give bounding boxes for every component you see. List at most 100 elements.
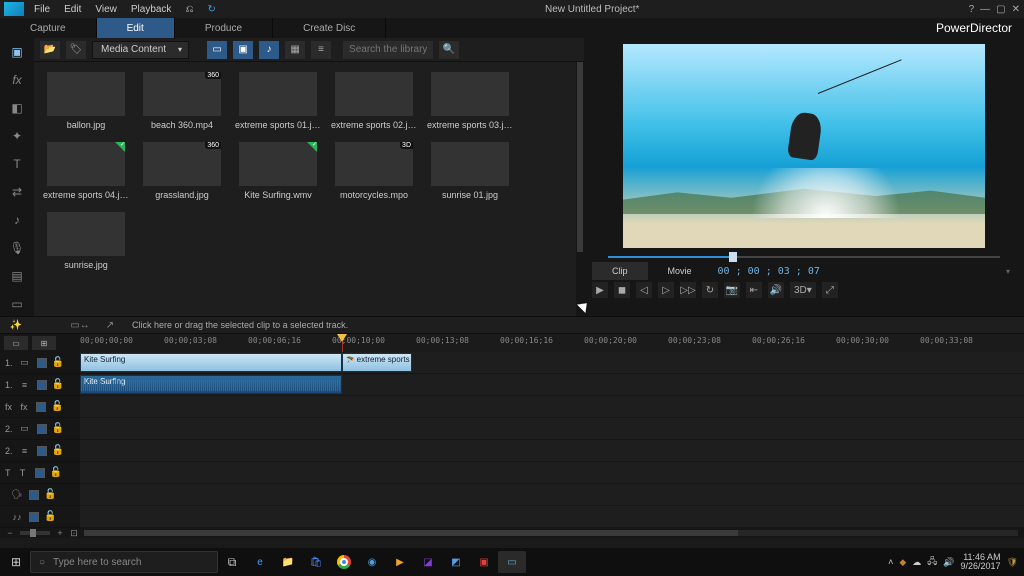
tab-create-disc[interactable]: Create Disc <box>273 18 386 38</box>
maximize-icon[interactable]: ▢ <box>996 4 1005 15</box>
timeline-ruler[interactable]: 00;00;00;0000;00;03;0800;00;06;1600;00;1… <box>80 334 1024 352</box>
tag-icon[interactable]: 🏷 <box>66 41 86 59</box>
storyboard-view-icon[interactable]: ⊞ <box>32 336 56 350</box>
transition-room-icon[interactable]: ⇄ <box>7 184 27 200</box>
media-item[interactable]: 3Dmotorcycles.mpo <box>330 142 418 200</box>
search-icon[interactable]: 🔍 <box>439 41 459 59</box>
menu-file[interactable]: File <box>34 4 50 15</box>
magic-tool-icon[interactable]: ✨ <box>8 318 24 332</box>
mode-clip[interactable]: Clip <box>592 262 648 280</box>
prev-frame-icon[interactable]: ◁ <box>636 282 652 298</box>
track-header[interactable]: 1.≡🔓 <box>0 374 80 396</box>
minimize-icon[interactable]: — <box>980 4 990 15</box>
timeline-view-icon[interactable]: ▭ <box>4 336 28 350</box>
media-filter-select[interactable]: Media Content <box>92 41 189 59</box>
undock-icon[interactable]: ⤢ <box>822 282 838 298</box>
preview-seek-slider[interactable] <box>608 254 1000 260</box>
tray-icon-2[interactable]: ☁ <box>912 557 921 568</box>
timeline-scrollbar[interactable]: − + ⊡ <box>0 528 1024 538</box>
tray-volume-icon[interactable]: 🔊 <box>943 557 954 568</box>
media-item[interactable]: extreme sports 01.jpg <box>234 72 322 130</box>
view-grid-icon[interactable]: ▦ <box>285 41 305 59</box>
tab-edit[interactable]: Edit <box>97 18 175 38</box>
chrome-icon[interactable] <box>330 551 358 573</box>
media-room-icon[interactable]: ▣ <box>7 44 27 60</box>
edge-icon[interactable]: e <box>246 551 274 573</box>
filter-audio-icon[interactable]: ♪ <box>259 41 279 59</box>
tray-expand-icon[interactable]: ˄ <box>888 557 893 567</box>
tray-network-icon[interactable]: 🖧 <box>927 554 937 570</box>
track-header[interactable]: 1.▭🔓 <box>0 352 80 374</box>
set-in-icon[interactable]: ⇤ <box>746 282 762 298</box>
media-item[interactable]: extreme sports 03.jpg <box>426 72 514 130</box>
play-icon[interactable]: ▶ <box>592 282 608 298</box>
library-scrollbar[interactable] <box>576 62 584 316</box>
tab-capture[interactable]: Capture <box>0 18 97 38</box>
zoom-out-icon[interactable]: − <box>6 529 14 537</box>
track-header[interactable]: 🗣🔓 <box>0 484 80 506</box>
task-view-icon[interactable]: ⧉ <box>218 550 246 574</box>
menu-edit[interactable]: Edit <box>64 4 81 15</box>
filter-video-icon[interactable]: ▭ <box>207 41 227 59</box>
menu-view[interactable]: View <box>95 4 117 15</box>
menu-playback[interactable]: Playback <box>131 4 172 15</box>
arrow-icon[interactable]: ↗ <box>102 318 118 332</box>
clip-audio-1[interactable]: Kite Surfing <box>80 375 342 394</box>
app-icon-1[interactable]: ◉ <box>358 551 386 573</box>
tab-produce[interactable]: Produce <box>175 18 273 38</box>
filter-image-icon[interactable]: ▣ <box>233 41 253 59</box>
clip-video-2[interactable]: 🪂 extreme sports 04 <box>342 353 412 372</box>
volume-icon[interactable]: 🔊 <box>768 282 784 298</box>
track-header[interactable]: ♪♪🔓 <box>0 506 80 528</box>
media-item[interactable]: sunrise 01.jpg <box>426 142 514 200</box>
media-item[interactable]: 360grassland.jpg <box>138 142 226 200</box>
chapter-room-icon[interactable]: ▤ <box>7 268 27 284</box>
media-item[interactable]: extreme sports 02.jpg <box>330 72 418 130</box>
tray-shield-icon[interactable]: 🛡 <box>1007 557 1018 568</box>
fast-forward-icon[interactable]: ▷▷ <box>680 282 696 298</box>
redo-icon[interactable]: ↻ <box>207 4 215 15</box>
import-icon[interactable]: 📂 <box>40 41 60 59</box>
sort-icon[interactable]: ≡ <box>311 41 331 59</box>
explorer-icon[interactable]: 📁 <box>274 551 302 573</box>
snapshot-icon[interactable]: 📷 <box>724 282 740 298</box>
pip-room-icon[interactable]: ◧ <box>7 100 27 116</box>
app-icon-4[interactable]: ◩ <box>442 551 470 573</box>
library-search-input[interactable] <box>343 41 433 59</box>
media-item[interactable]: 360beach 360.mp4 <box>138 72 226 130</box>
split-icon[interactable]: ▭↔ <box>72 318 88 332</box>
app-icon-2[interactable]: ▶ <box>386 551 414 573</box>
tray-icon-1[interactable]: ◆ <box>899 557 906 568</box>
mode-movie[interactable]: Movie <box>648 262 712 280</box>
fx-room-icon[interactable]: fx <box>7 72 27 88</box>
3d-button[interactable]: 3D ▾ <box>790 282 816 298</box>
media-item[interactable]: Kite Surfing.wmv <box>234 142 322 200</box>
loop-icon[interactable]: ↻ <box>702 282 718 298</box>
audio-room-icon[interactable]: ♪ <box>7 212 27 228</box>
start-button[interactable]: ⊞ <box>2 550 30 574</box>
track-header[interactable]: TT🔓 <box>0 462 80 484</box>
clip-video-1[interactable]: Kite Surfing <box>80 353 342 372</box>
next-frame-icon[interactable]: ▷ <box>658 282 674 298</box>
voice-room-icon[interactable]: 🎙 <box>7 240 27 256</box>
powerdirector-taskbar-icon[interactable]: ▭ <box>498 551 526 573</box>
title-room-icon[interactable]: T <box>7 156 27 172</box>
store-icon[interactable]: 🛍 <box>302 551 330 573</box>
help-icon[interactable]: ? <box>969 4 975 15</box>
zoom-fit-icon[interactable]: ⊡ <box>70 529 78 537</box>
stop-icon[interactable]: ◼ <box>614 282 630 298</box>
taskbar-search[interactable]: ○ Type here to search <box>30 551 218 573</box>
particle-room-icon[interactable]: ✦ <box>7 128 27 144</box>
app-icon-3[interactable]: ◪ <box>414 551 442 573</box>
track-header[interactable]: 2.≡🔓 <box>0 440 80 462</box>
media-item[interactable]: extreme sports 04.jpg <box>42 142 130 200</box>
media-item[interactable]: ballon.jpg <box>42 72 130 130</box>
media-item[interactable]: sunrise.jpg <box>42 212 130 270</box>
undo-icon[interactable]: ⎌ <box>185 4 193 15</box>
subtitle-room-icon[interactable]: ▭ <box>7 296 27 312</box>
track-header[interactable]: 2.▭🔓 <box>0 418 80 440</box>
zoom-in-icon[interactable]: + <box>56 529 64 537</box>
quality-dropdown-icon[interactable]: ▾ <box>1006 267 1016 276</box>
close-icon[interactable]: ✕ <box>1012 4 1020 15</box>
taskbar-clock[interactable]: 11:46 AM9/26/2017 <box>961 553 1001 571</box>
